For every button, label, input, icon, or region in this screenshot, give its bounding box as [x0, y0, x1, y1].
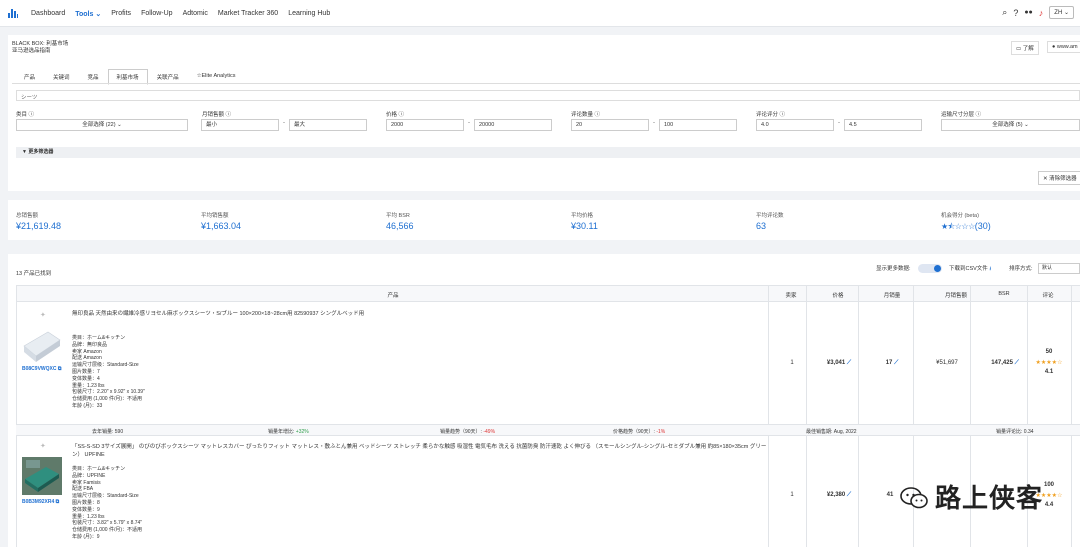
- product-image[interactable]: [22, 326, 62, 364]
- sort-select[interactable]: 默认: [1038, 263, 1080, 274]
- more-filters-toggle[interactable]: ▼ 更多筛选器: [16, 147, 1080, 158]
- keyword-input[interactable]: シーツ: [16, 90, 1080, 101]
- nav-follow-up[interactable]: Follow-Up: [141, 10, 173, 17]
- cell-sales: 41: [886, 492, 894, 498]
- product-title[interactable]: 「SS-S-SD 3サイズ展開」 のびのびボックスシーツ マットレスカバー ぴっ…: [72, 443, 767, 459]
- url-link[interactable]: ● www.am: [1047, 41, 1080, 53]
- col-price[interactable]: 价格: [832, 291, 843, 299]
- product-attributes: 类目：ホーム&キッチン 品牌：UPFINE 卖家 Famisis 配送 FBA …: [72, 466, 143, 540]
- show-more-toggle[interactable]: [918, 264, 942, 273]
- filter-label-category: 类目 ⓘ: [16, 112, 35, 118]
- bell-icon[interactable]: ♪: [1039, 8, 1044, 18]
- cell-revenue: ¥51,697: [936, 360, 958, 366]
- learn-button[interactable]: ▭ 了解: [1011, 41, 1039, 55]
- nav-dashboard[interactable]: Dashboard: [31, 10, 65, 17]
- nav-learning-hub[interactable]: Learning Hub: [288, 10, 330, 17]
- cell-sales: 17 ⟋: [885, 360, 899, 366]
- rating-max-input[interactable]: 4.5: [844, 119, 922, 131]
- pin-icon[interactable]: ✦: [40, 442, 47, 450]
- asin-link[interactable]: B08C9VWQXC ⧉: [22, 366, 61, 372]
- wechat-logo-icon: [900, 487, 928, 509]
- col-bsr[interactable]: BSR: [998, 291, 1009, 297]
- filter-panel: [8, 35, 1080, 191]
- filter-label-size: 运输尺寸分层 ⓘ: [941, 112, 982, 118]
- filter-label-rating: 评论评分 ⓘ: [756, 112, 786, 118]
- nav-market-tracker[interactable]: Market Tracker 360: [218, 10, 278, 17]
- download-icon: ⭳: [989, 266, 992, 272]
- cell-price: ¥3,041 ⟋: [826, 360, 852, 366]
- price-min-input[interactable]: 2000: [386, 119, 464, 131]
- review-count: 100: [1043, 482, 1055, 488]
- review-count: 50: [1045, 349, 1053, 355]
- rating-value: 4.1: [1044, 369, 1054, 375]
- chat-icon[interactable]: ●●: [1024, 9, 1032, 16]
- search-icon[interactable]: ⌕: [1002, 7, 1007, 18]
- price-max-input[interactable]: 20000: [474, 119, 552, 131]
- rating-value: 4.4: [1044, 502, 1054, 508]
- filter-label-price: 价格 ⓘ: [386, 112, 405, 118]
- stat-avg-reviews: 平均评论数 63: [756, 213, 784, 231]
- show-more-label: 显示更多数据:: [876, 266, 911, 272]
- nav-tools[interactable]: Tools ⌄: [75, 10, 101, 18]
- row-metrics: 去年销量: 590 销量年增比: +32% 销量趋势（90天）: -49% 价格…: [16, 424, 1080, 436]
- product-attributes: 类目：ホーム&キッチン 品牌：無印良品 卖家 Amazon 配送 Amazon …: [72, 335, 145, 409]
- clear-filters-button[interactable]: ✕ 清除筛选器: [1038, 171, 1080, 185]
- filter-label-sales: 月销售额 ⓘ: [202, 112, 232, 118]
- watermark-text: 路上侠客: [935, 484, 1044, 514]
- stat-avg-price: 平均价格 ¥30.11: [571, 213, 598, 231]
- download-csv-button[interactable]: 下载到CSV文件 ⭳: [949, 264, 991, 274]
- cell-price: ¥2,380 ⟋: [826, 492, 852, 498]
- col-product[interactable]: 产品: [387, 291, 398, 299]
- results-count: 13 产品已找到: [16, 271, 52, 277]
- main-nav: Dashboard Tools ⌄ Profits Follow-Up Adto…: [31, 0, 330, 27]
- stat-opportunity: 机会得分 (beta) ★⯪☆☆☆(30): [941, 213, 991, 231]
- pin-icon[interactable]: ✦: [40, 311, 47, 319]
- page-title: BLACK BOX: 利基市场 亚马逊选品指南: [12, 41, 69, 54]
- asin-link[interactable]: B0B3M92XR4 ⧉: [22, 499, 59, 505]
- col-sales[interactable]: 月销量: [884, 291, 901, 299]
- cell-bsr: 147,425 ⟋: [991, 360, 1019, 366]
- rating-stars: ★★★★☆: [1035, 360, 1063, 366]
- product-image[interactable]: [22, 457, 62, 495]
- col-reviews[interactable]: 评论: [1042, 291, 1053, 299]
- category-select[interactable]: 全部选择 (22) ⌄: [16, 119, 188, 131]
- language-select[interactable]: ZH ⌄: [1049, 6, 1074, 19]
- nav-adtomic[interactable]: Adtomic: [183, 10, 208, 17]
- stats-panel: [8, 200, 1080, 240]
- cell-sellers: 1: [790, 492, 794, 498]
- stat-avg-bsr: 平均 BSR 46,566: [386, 213, 414, 231]
- top-bar: Dashboard Tools ⌄ Profits Follow-Up Adto…: [0, 0, 1080, 27]
- reviews-min-input[interactable]: 20: [571, 119, 649, 131]
- opportunity-stars: ★⯪☆☆☆: [941, 222, 975, 231]
- table-header: 产品 卖家 价格 月销量 月销售额 BSR 评论: [16, 285, 1080, 302]
- product-title[interactable]: 無印良品 天然由来の繊維冷感リヨセル麻ボックスシーツ・S/ブルー 100×200…: [72, 310, 762, 318]
- stat-total-revenue: 总销售额 ¥21,619.48: [16, 213, 62, 231]
- sort-label: 排序方式:: [1009, 266, 1033, 272]
- size-tier-select[interactable]: 全部选择 (5) ⌄: [941, 119, 1080, 131]
- col-revenue[interactable]: 月销售额: [945, 291, 967, 299]
- sales-min-input[interactable]: 最小: [201, 119, 279, 131]
- reviews-max-input[interactable]: 100: [659, 119, 737, 131]
- sales-max-input[interactable]: 最大: [289, 119, 367, 131]
- help-icon[interactable]: ?: [1013, 8, 1018, 18]
- stat-avg-revenue: 平均销售额 ¥1,663.04: [201, 213, 242, 231]
- cell-sellers: 1: [790, 360, 794, 366]
- rating-min-input[interactable]: 4.0: [756, 119, 834, 131]
- filter-label-reviews: 评论数量 ⓘ: [571, 112, 601, 118]
- col-sellers[interactable]: 卖家: [785, 291, 796, 299]
- app-logo-icon[interactable]: [8, 9, 18, 18]
- nav-profits[interactable]: Profits: [111, 10, 131, 17]
